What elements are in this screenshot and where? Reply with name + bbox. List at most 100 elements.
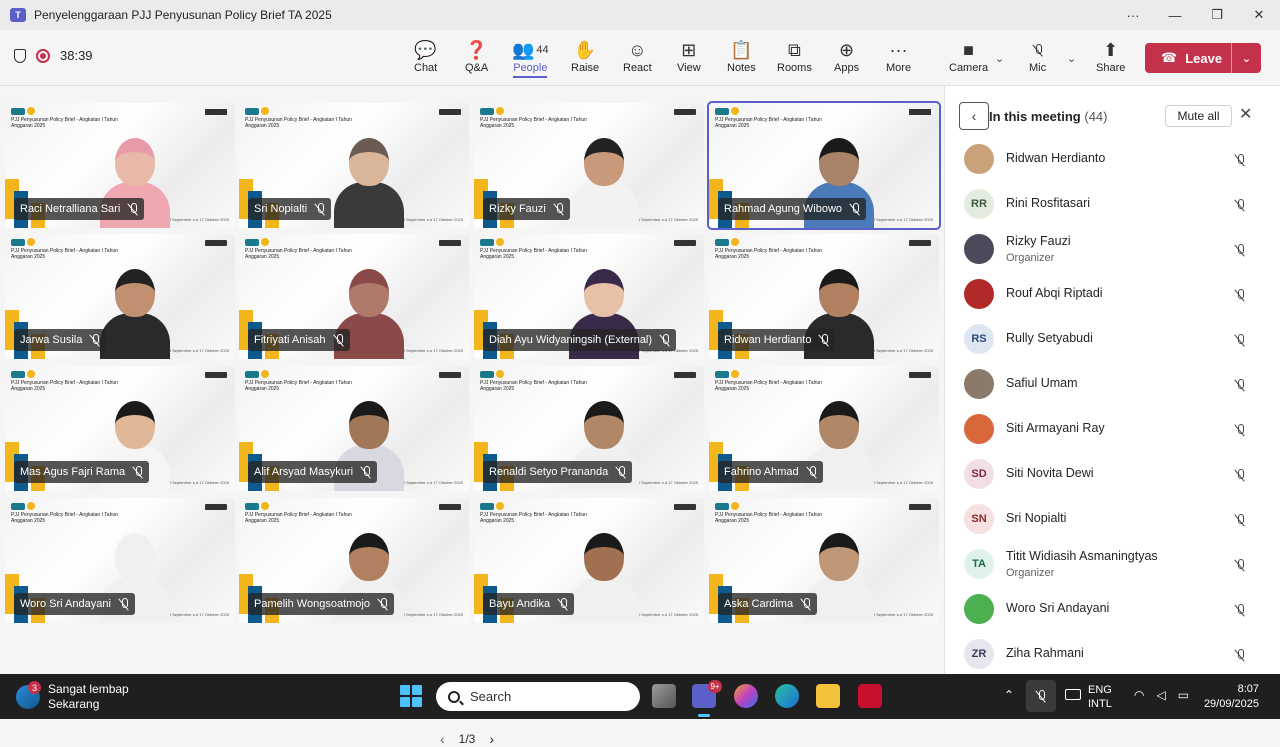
org-logo-icon xyxy=(496,238,504,246)
participant-row[interactable]: ZR Ziha Rahmani xyxy=(945,631,1280,674)
slide-date: 29 September s.d 17 Oktober 2025 xyxy=(635,480,698,485)
chevron-left-icon[interactable]: ‹ xyxy=(440,731,445,747)
mic-off-icon[interactable] xyxy=(1235,513,1245,531)
copilot-icon[interactable] xyxy=(734,684,758,708)
leave-chevron-down-icon[interactable]: ⌄ xyxy=(1231,43,1261,73)
camera-chevron-down-icon[interactable]: ⌄ xyxy=(995,52,1004,65)
participant-name-label: Fitriyati Anisah xyxy=(248,329,350,351)
video-tile[interactable]: PJJ Penyusunan Policy Brief - Angkatan I… xyxy=(239,366,469,491)
participant-video xyxy=(569,138,639,228)
video-tile[interactable]: PJJ Penyusunan Policy Brief - Angkatan I… xyxy=(709,234,939,359)
clock[interactable]: 8:07 29/09/2025 xyxy=(1203,682,1259,712)
participant-row[interactable]: SD Siti Novita Dewi xyxy=(945,451,1280,496)
participant-row[interactable]: SN Sri Nopialti xyxy=(945,496,1280,541)
mic-off-icon[interactable] xyxy=(1235,333,1245,351)
mic-off-icon[interactable] xyxy=(1235,288,1245,306)
video-tile[interactable]: PJJ Penyusunan Policy Brief - Angkatan I… xyxy=(474,103,704,228)
org-logo-icon xyxy=(261,238,269,246)
battery-icon[interactable]: ▭ xyxy=(1178,688,1189,702)
close-window-icon[interactable]: ✕ xyxy=(1238,7,1280,23)
mic-off-icon[interactable] xyxy=(1235,558,1245,576)
file-explorer-icon[interactable] xyxy=(816,684,840,708)
participant-row[interactable]: RR Rini Rosfitasari xyxy=(945,181,1280,226)
participant-row[interactable]: TA Titit Widiasih Asmaningtyas Organizer xyxy=(945,541,1280,586)
leave-main[interactable]: ☎ Leave xyxy=(1145,50,1231,66)
camera-button[interactable]: ■ Camera xyxy=(949,38,988,75)
video-tile[interactable]: PJJ Penyusunan Policy Brief - Angkatan I… xyxy=(239,498,469,623)
mic-off-icon[interactable] xyxy=(1235,378,1245,396)
mic-button[interactable]: Mic xyxy=(1029,38,1046,74)
windows-start-icon[interactable] xyxy=(400,685,422,707)
participant-count: (44) xyxy=(1084,109,1108,124)
org-logo-icon xyxy=(27,370,35,378)
mcafee-icon[interactable] xyxy=(858,684,882,708)
mic-chevron-down-icon[interactable]: ⌄ xyxy=(1067,52,1076,65)
mic-off-icon[interactable] xyxy=(1235,423,1245,441)
participant-row[interactable]: Rizky Fauzi Organizer xyxy=(945,226,1280,271)
video-tile[interactable]: PJJ Penyusunan Policy Brief - Angkatan I… xyxy=(474,234,704,359)
rooms-button[interactable]: ⧉ Rooms xyxy=(777,38,812,75)
slide-header: PJJ Penyusunan Policy Brief - Angkatan I… xyxy=(480,512,587,524)
video-tile[interactable]: PJJ Penyusunan Policy Brief - Angkatan I… xyxy=(709,498,939,623)
video-tile[interactable]: PJJ Penyusunan Policy Brief - Angkatan I… xyxy=(474,498,704,623)
mic-off-icon[interactable] xyxy=(1235,198,1245,216)
chevron-up-icon[interactable]: ⌃ xyxy=(1004,688,1014,702)
org-logo-icon xyxy=(11,108,25,115)
slide-header: PJJ Penyusunan Policy Brief - Angkatan I… xyxy=(11,117,118,129)
teams-taskbar-icon[interactable]: 9+ xyxy=(692,680,722,717)
mic-off-icon[interactable] xyxy=(1235,153,1245,171)
taskbar-search[interactable]: Search xyxy=(436,682,640,711)
mic-tray-icon[interactable] xyxy=(1026,680,1056,712)
video-tile[interactable]: PJJ Penyusunan Policy Brief - Angkatan I… xyxy=(5,366,235,491)
mic-off-icon xyxy=(801,598,811,610)
video-tile[interactable]: PJJ Penyusunan Policy Brief - Angkatan I… xyxy=(709,366,939,491)
mute-all-button[interactable]: Mute all xyxy=(1165,105,1232,127)
language-indicator[interactable]: ENG INTL xyxy=(1088,683,1112,711)
video-tile[interactable]: PJJ Penyusunan Policy Brief - Angkatan I… xyxy=(5,103,235,228)
meeting-timer: 38:39 xyxy=(60,48,93,63)
more-options-icon[interactable]: ··· xyxy=(1112,8,1154,23)
weather-widget[interactable]: 3 Sangat lembap Sekarang xyxy=(16,681,129,712)
video-tile[interactable]: PJJ Penyusunan Policy Brief - Angkatan I… xyxy=(707,101,941,230)
ministry-logo-icon xyxy=(909,240,931,246)
keyboard-icon[interactable] xyxy=(1065,689,1081,700)
close-icon[interactable]: ✕ xyxy=(1239,104,1252,124)
people-button[interactable]: 👥 44 People xyxy=(512,38,549,78)
video-tile[interactable]: PJJ Penyusunan Policy Brief - Angkatan I… xyxy=(5,498,235,623)
participant-row[interactable]: Woro Sri Andayani xyxy=(945,586,1280,631)
task-view-icon[interactable] xyxy=(652,684,676,708)
avatar: RR xyxy=(964,188,994,219)
video-tile[interactable]: PJJ Penyusunan Policy Brief - Angkatan I… xyxy=(239,103,469,228)
react-button[interactable]: ☺ React xyxy=(623,38,652,75)
back-button[interactable]: ‹ xyxy=(959,102,989,130)
mic-off-icon[interactable] xyxy=(1235,648,1245,666)
ministry-logo-icon xyxy=(439,504,461,510)
participant-row[interactable]: Ridwan Herdianto xyxy=(945,136,1280,181)
qa-button[interactable]: ❓ Q&A xyxy=(465,38,488,75)
wifi-icon[interactable]: ◠ xyxy=(1134,688,1144,702)
mic-off-icon[interactable] xyxy=(1235,603,1245,621)
view-button[interactable]: ⊞ View xyxy=(677,38,701,75)
notes-button[interactable]: 📋 Notes xyxy=(727,38,756,75)
participant-row[interactable]: RS Rully Setyabudi xyxy=(945,316,1280,361)
mic-off-icon[interactable] xyxy=(1235,243,1245,261)
video-tile[interactable]: PJJ Penyusunan Policy Brief - Angkatan I… xyxy=(5,234,235,359)
mic-off-icon[interactable] xyxy=(1235,468,1245,486)
chat-button[interactable]: 💬 Chat xyxy=(414,38,437,75)
participant-name-label: Renaldi Setyo Prananda xyxy=(483,461,633,483)
restore-icon[interactable]: ❐ xyxy=(1196,7,1238,23)
raise-hand-button[interactable]: ✋ Raise xyxy=(571,38,599,75)
participant-row[interactable]: Rouf Abqi Riptadi xyxy=(945,271,1280,316)
video-tile[interactable]: PJJ Penyusunan Policy Brief - Angkatan I… xyxy=(239,234,469,359)
more-button[interactable]: ··· More xyxy=(886,38,911,75)
share-button[interactable]: ⬆ Share xyxy=(1096,38,1125,75)
edge-icon[interactable] xyxy=(775,684,799,708)
apps-button[interactable]: ⊕ Apps xyxy=(834,38,859,75)
participant-row[interactable]: Safiul Umam xyxy=(945,361,1280,406)
leave-button[interactable]: ☎ Leave ⌄ xyxy=(1145,43,1261,73)
participant-row[interactable]: Siti Armayani Ray xyxy=(945,406,1280,451)
minimize-icon[interactable]: — xyxy=(1154,8,1196,23)
video-tile[interactable]: PJJ Penyusunan Policy Brief - Angkatan I… xyxy=(474,366,704,491)
speaker-icon[interactable]: ◁ xyxy=(1156,688,1165,702)
chevron-right-icon[interactable]: › xyxy=(489,731,494,747)
